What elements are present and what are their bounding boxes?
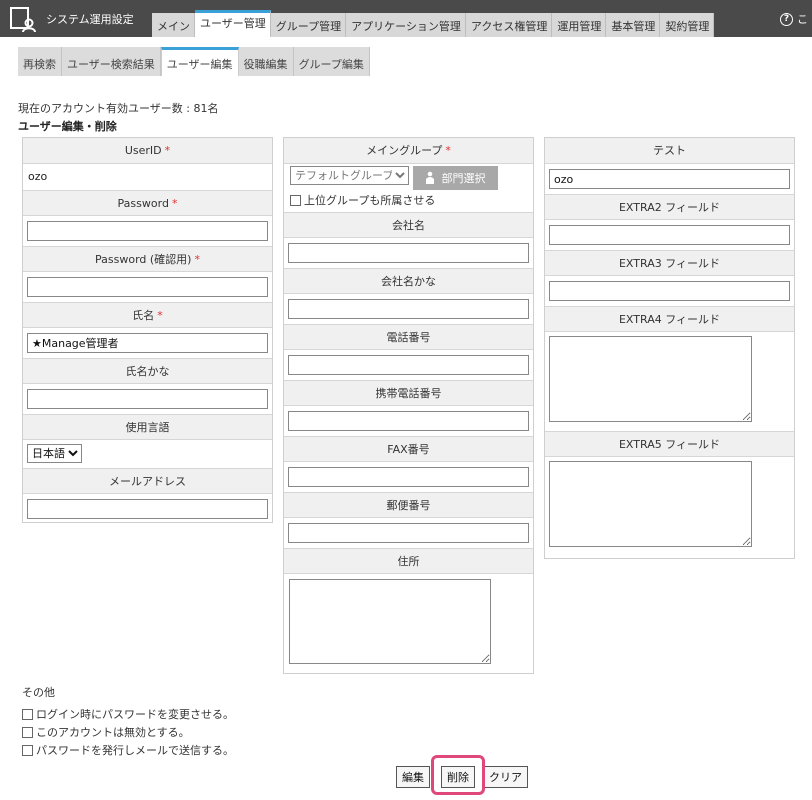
subtab-search-results[interactable]: ユーザー検索結果 — [62, 47, 161, 76]
extra3-field[interactable] — [549, 281, 790, 301]
company-label: 会社名 — [284, 212, 533, 238]
subtab-user-edit[interactable]: ユーザー編集 — [160, 47, 239, 76]
company-field[interactable] — [288, 243, 529, 263]
system-settings-logo-icon — [10, 7, 36, 33]
main-group-label: メイングループ * — [284, 138, 533, 164]
extra3-label: EXTRA3 フィールド — [545, 250, 794, 276]
phone-field[interactable] — [288, 355, 529, 375]
send-password-mail-label: パスワードを発行しメールで送信する。 — [36, 744, 234, 757]
send-password-mail-checkbox[interactable] — [22, 744, 33, 756]
subtab-position-edit[interactable]: 役職編集 — [238, 47, 294, 76]
postal-field[interactable] — [288, 523, 529, 543]
extra4-label: EXTRA4 フィールド — [545, 306, 794, 332]
user-basic-panel: UserID * ozo Password * Password (確認用) * 氏名… — [22, 137, 273, 523]
dept-select-label: 部門選択 — [441, 173, 486, 185]
subtab-research[interactable]: 再検索 — [18, 47, 62, 76]
top-bar: システム運用設定 メイン ユーザー管理 グループ管理 アプリケーション管理 アク… — [0, 0, 812, 37]
upper-group-option[interactable]: 上位グループも所属させる — [290, 192, 529, 208]
userid-label: UserID * — [23, 138, 272, 164]
password-field[interactable] — [27, 221, 268, 241]
email-label: メールアドレス — [23, 468, 272, 494]
extra2-field[interactable] — [549, 225, 790, 245]
tab-group-management[interactable]: グループ管理 — [270, 13, 347, 37]
option-send-password-mail[interactable]: パスワードを発行しメールで送信する。 — [22, 741, 234, 759]
extra2-label: EXTRA2 フィールド — [545, 194, 794, 220]
tab-contract-management[interactable]: 契約管理 — [660, 13, 715, 37]
language-select[interactable]: 日本語 — [27, 444, 82, 463]
tab-basic-management[interactable]: 基本管理 — [606, 13, 661, 37]
people-icon — [425, 171, 434, 184]
extra-fields-panel: テスト EXTRA2 フィールド EXTRA3 フィールド EXTRA4 フィー… — [544, 137, 795, 559]
dept-select-button[interactable]: 部門選択 — [412, 166, 498, 190]
subtab-group-edit[interactable]: グループ編集 — [293, 47, 370, 76]
other-options: その他 ログイン時にパスワードを変更させる。 このアカウントは無効とする。 パス… — [22, 684, 234, 759]
extra5-label: EXTRA5 フィールド — [545, 431, 794, 457]
option-disable-account[interactable]: このアカウントは無効とする。 — [22, 723, 234, 741]
clear-button[interactable]: クリア — [483, 766, 528, 788]
upper-group-checkbox[interactable] — [290, 194, 301, 206]
disable-account-checkbox[interactable] — [22, 726, 33, 738]
disable-account-label: このアカウントは無効とする。 — [36, 726, 190, 739]
name-kana-label: 氏名かな — [23, 358, 272, 384]
test-label: テスト — [545, 138, 794, 164]
language-label: 使用言語 — [23, 414, 272, 440]
password-label: Password * — [23, 190, 272, 216]
app-title: システム運用設定 — [46, 13, 134, 26]
main-tabs: メイン ユーザー管理 グループ管理 アプリケーション管理 アクセス権管理 運用管… — [152, 10, 715, 37]
help-icon: ? — [780, 12, 793, 26]
sub-tabs: 再検索 ユーザー検索結果 ユーザー編集 役職編集 グループ編集 — [18, 47, 370, 76]
help-link[interactable]: ? こ — [780, 11, 808, 27]
name-kana-field[interactable] — [27, 389, 268, 409]
extra5-field[interactable] — [549, 461, 752, 547]
password-confirm-label: Password (確認用) * — [23, 246, 272, 272]
help-label: こ — [797, 13, 808, 26]
extra4-field[interactable] — [549, 336, 752, 422]
fax-field[interactable] — [288, 467, 529, 487]
mobile-field[interactable] — [288, 411, 529, 431]
company-kana-field[interactable] — [288, 299, 529, 319]
tab-user-management[interactable]: ユーザー管理 — [195, 10, 271, 37]
main-group-select[interactable]: テフォルトグループ — [290, 166, 409, 185]
tab-access-management[interactable]: アクセス権管理 — [465, 13, 553, 37]
address-label: 住所 — [284, 548, 533, 574]
mobile-label: 携帯電話番号 — [284, 380, 533, 406]
force-password-change-checkbox[interactable] — [22, 708, 33, 720]
email-field[interactable] — [27, 499, 268, 519]
password-confirm-field[interactable] — [27, 277, 268, 297]
name-label: 氏名 * — [23, 302, 272, 328]
phone-label: 電話番号 — [284, 324, 533, 350]
force-password-change-label: ログイン時にパスワードを変更させる。 — [36, 708, 234, 721]
address-field[interactable] — [289, 579, 491, 664]
user-organization-panel: メイングループ * テフォルトグループ 部門選択 上位グループも所属させる 会社名… — [283, 137, 534, 674]
delete-highlight-box — [431, 755, 485, 795]
name-field[interactable] — [27, 333, 268, 353]
fax-label: FAX番号 — [284, 436, 533, 462]
postal-label: 郵便番号 — [284, 492, 533, 518]
edit-button[interactable]: 編集 — [396, 766, 430, 788]
tab-operation-management[interactable]: 運用管理 — [552, 13, 607, 37]
section-title: ユーザー編集・削除 — [18, 120, 117, 133]
tab-application-management[interactable]: アプリケーション管理 — [346, 13, 466, 37]
other-title: その他 — [22, 686, 55, 699]
userid-value: ozo — [28, 170, 48, 183]
test-field[interactable] — [549, 169, 790, 189]
tab-main[interactable]: メイン — [152, 13, 195, 37]
account-info: 現在のアカウント有効ユーザー数 : 81名 — [18, 102, 219, 115]
upper-group-label: 上位グループも所属させる — [304, 194, 436, 207]
option-force-password-change[interactable]: ログイン時にパスワードを変更させる。 — [22, 705, 234, 723]
company-kana-label: 会社名かな — [284, 268, 533, 294]
